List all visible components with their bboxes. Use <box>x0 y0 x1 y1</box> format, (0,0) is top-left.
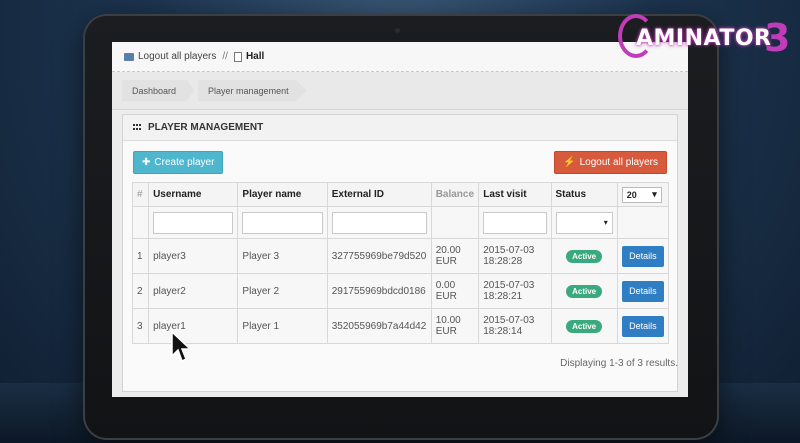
row-player-name: Player 1 <box>237 308 328 344</box>
details-button[interactable]: Details <box>621 315 664 337</box>
chevron-down-icon: ▾ <box>652 189 657 199</box>
col-header-num: # <box>131 182 150 207</box>
grid-icon <box>133 123 142 132</box>
table-header-row: # Username Player name External ID Balan… <box>131 182 670 207</box>
breadcrumb-logout-link[interactable]: Logout all players <box>138 51 216 62</box>
row-player-name: Player 2 <box>237 273 328 309</box>
status-badge: Active <box>566 319 603 333</box>
results-summary: Displaying 1-3 of 3 results. <box>560 358 678 369</box>
file-icon <box>233 51 242 62</box>
row-num: 1 <box>131 238 150 274</box>
row-last-visit: 2015-07-03 18:28:14 <box>478 308 552 344</box>
logo-text: AMINATOR <box>636 26 772 51</box>
status-badge: Active <box>566 284 603 298</box>
col-header-external-id[interactable]: External ID <box>326 182 432 207</box>
row-balance: 10.00 EUR <box>430 308 480 344</box>
logo-suffix: 3 <box>764 16 791 60</box>
mouse-cursor-icon <box>171 330 192 363</box>
row-player-name: Player 3 <box>237 238 328 274</box>
panel-title: PLAYER MANAGEMENT <box>148 122 264 133</box>
filter-row: ▾ <box>131 206 670 239</box>
details-button[interactable]: Details <box>621 245 664 267</box>
breadcrumb-separator: // <box>222 51 228 62</box>
create-player-button[interactable]: ✚ Create player <box>133 151 224 174</box>
col-header-status[interactable]: Status <box>550 182 618 207</box>
filter-status-select[interactable]: ▾ <box>555 211 613 234</box>
col-header-username[interactable]: Username <box>148 182 239 207</box>
status-badge: Active <box>566 249 603 263</box>
row-external-id: 327755969be79d520 <box>326 238 432 274</box>
tab-dashboard[interactable]: Dashboard <box>122 79 195 102</box>
row-last-visit: 2015-07-03 18:28:21 <box>478 273 552 309</box>
filter-last-visit-input[interactable] <box>483 211 547 234</box>
col-header-last-visit[interactable]: Last visit <box>478 182 552 207</box>
col-header-player-name[interactable]: Player name <box>237 182 328 207</box>
table-row: 1 player3 Player 3 327755969be79d520 20.… <box>131 238 670 274</box>
details-button[interactable]: Details <box>621 280 664 302</box>
logout-all-label: Logout all players <box>579 157 658 168</box>
gaminator-logo: AMINATOR 3 <box>618 14 790 64</box>
row-num: 2 <box>131 273 150 309</box>
page-size-select[interactable]: 20 ▾ <box>621 186 662 203</box>
filter-player-name-input[interactable] <box>242 211 323 234</box>
tab-player-management[interactable]: Player management <box>198 79 307 102</box>
row-external-id: 352055969b7a44d42 <box>326 308 432 344</box>
plus-icon: ✚ <box>142 157 151 168</box>
folder-icon <box>124 52 134 61</box>
breadcrumb-hall[interactable]: Hall <box>246 51 264 62</box>
logout-all-button[interactable]: ⚡ Logout all players <box>554 151 667 174</box>
create-player-label: Create player <box>154 157 215 168</box>
row-username: player1 <box>148 308 239 344</box>
filter-username-input[interactable] <box>153 211 234 234</box>
filter-external-id-input[interactable] <box>331 211 427 234</box>
page-size-value: 20 <box>626 189 637 200</box>
table-row: 3 player1 Player 1 352055969b7a44d42 10.… <box>131 308 670 344</box>
row-balance: 0.00 EUR <box>430 273 480 309</box>
screen: Logout all players // Hall Dashboard Pla… <box>112 42 688 397</box>
nav-tabs: Dashboard Player management <box>112 72 688 110</box>
row-balance: 20.00 EUR <box>430 238 480 274</box>
page-size-cell: 20 ▾ <box>616 182 670 207</box>
table-row: 2 player2 Player 2 291755969bdcd0186 0.0… <box>131 273 670 309</box>
row-num: 3 <box>131 308 150 344</box>
players-table: # Username Player name External ID Balan… <box>131 182 670 344</box>
panel-header: PLAYER MANAGEMENT <box>123 115 677 141</box>
row-last-visit: 2015-07-03 18:28:28 <box>478 238 552 274</box>
col-header-balance: Balance <box>430 182 480 207</box>
breadcrumb: Logout all players // Hall <box>112 42 688 72</box>
row-username: player3 <box>148 238 239 274</box>
row-external-id: 291755969bdcd0186 <box>326 273 432 309</box>
chevron-down-icon: ▾ <box>603 217 608 227</box>
row-username: player2 <box>148 273 239 309</box>
plug-icon: ⚡ <box>563 157 576 168</box>
webcam <box>395 28 400 33</box>
